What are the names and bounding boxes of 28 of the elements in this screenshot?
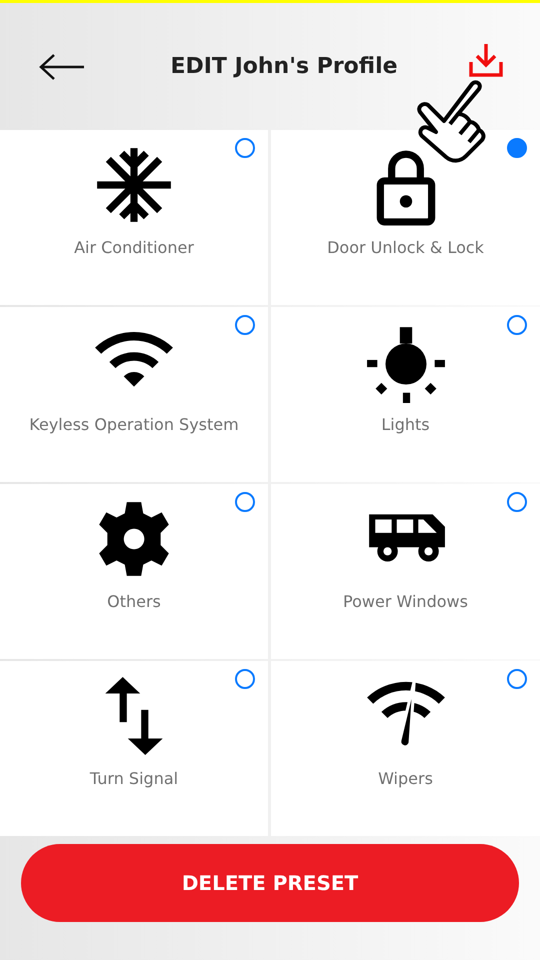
download-icon[interactable] [468,42,504,78]
radio-button[interactable] [507,315,527,335]
delete-button[interactable]: DELETE PRESET [21,844,519,922]
option-tile[interactable]: Air Conditioner [0,130,268,305]
option-label: Lights [381,415,430,434]
radio-button[interactable] [507,492,527,512]
radio-button[interactable] [235,315,255,335]
radio-button[interactable] [507,669,527,689]
back-arrow-icon[interactable] [38,52,86,82]
option-tile[interactable]: Keyless Operation System [0,307,268,482]
option-tile[interactable]: Door Unlock & Lock [271,130,540,305]
radio-button[interactable] [235,492,255,512]
radio-button[interactable] [235,138,255,158]
option-tile[interactable]: Power Windows [271,484,540,659]
option-label: Wipers [378,769,433,788]
option-label: Keyless Operation System [29,415,239,434]
page-title: EDIT John's Profile [169,54,398,79]
option-tile[interactable]: Lights [271,307,540,482]
radio-button[interactable] [507,138,527,158]
option-label: Others [107,592,161,611]
option-tile[interactable]: Others [0,484,268,659]
option-label: Door Unlock & Lock [327,238,484,257]
radio-button[interactable] [235,669,255,689]
option-label: Power Windows [343,592,468,611]
option-tile[interactable]: Turn Signal [0,661,268,836]
option-label: Turn Signal [90,769,178,788]
option-label: Air Conditioner [74,238,194,257]
option-tile[interactable]: Wipers [271,661,540,836]
